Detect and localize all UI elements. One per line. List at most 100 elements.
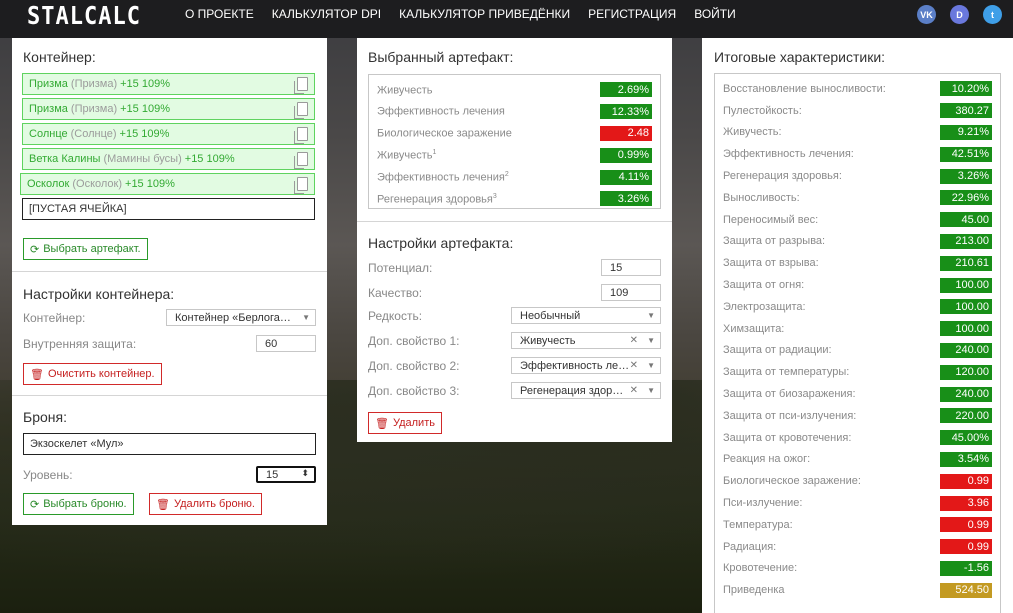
copy-icon[interactable] (294, 127, 308, 144)
select-artifact-button[interactable]: ⟳ Выбрать артефакт. (23, 238, 148, 260)
dropdown-arrow-icon: ▼ (647, 311, 655, 320)
total-stat-name: Приведенка (723, 584, 785, 597)
total-stat-row: Защита от температуры: 120.00 (715, 361, 1000, 383)
total-stat-value: -1.56 (940, 560, 992, 576)
copy-icon[interactable] (294, 177, 308, 194)
total-stat-row: Эффективность лечения: 42.51% (715, 143, 1000, 165)
clear-icon[interactable]: ✕ (630, 335, 638, 346)
twitter-icon[interactable]: t (983, 5, 1002, 24)
dropdown-arrow-icon: ▼ (302, 313, 310, 322)
prop1-label: Доп. свойство 1: (368, 333, 460, 348)
total-stat-value: 3.96 (940, 495, 992, 511)
total-stat-row: Кровотечение: -1.56 (715, 558, 1000, 580)
total-stat-value: 0.99 (940, 473, 992, 489)
copy-icon[interactable] (294, 102, 308, 119)
container-section: Контейнер: Призма (Призма) +15 109% Призма… (12, 38, 327, 271)
container-settings-title: Настройки контейнера: (23, 286, 175, 302)
total-stat-value: 100.00 (940, 321, 992, 337)
menu-about[interactable]: О ПРОЕКТЕ (185, 7, 254, 21)
total-stat-value: 22.96% (940, 190, 992, 206)
artifact-slot[interactable]: Призма (Призма) +15 109% (22, 73, 315, 95)
total-stat-name: Биологическое заражение: (723, 475, 861, 488)
total-stat-row: Химзащита: 100.00 (715, 318, 1000, 340)
total-stat-name: Защита от температуры: (723, 366, 850, 379)
potential-input[interactable]: 15 (601, 259, 661, 276)
total-stat-name: Переносимый вес: (723, 213, 819, 226)
stat-value: 2.69% (600, 82, 652, 98)
menu-register[interactable]: РЕГИСТРАЦИЯ (588, 7, 676, 21)
container-type-select[interactable]: Контейнер «Берлога… ▼ (166, 309, 316, 326)
rarity-select[interactable]: Необычный ▼ (511, 307, 661, 324)
total-stat-row: Восстановление выносливости: 10.20% (715, 78, 1000, 100)
total-stat-name: Радиация: (723, 540, 777, 553)
total-stat-name: Выносливость: (723, 191, 800, 204)
total-stat-value: 240.00 (940, 386, 992, 402)
total-stat-row: Защита от пси-излучения: 220.00 (715, 405, 1000, 427)
refresh-icon: ⟳ (30, 498, 40, 511)
total-stat-row: Защита от биозаражения: 240.00 (715, 383, 1000, 405)
prop3-select[interactable]: Регенерация здор… ✕ ▼ (511, 382, 661, 399)
armor-name-field[interactable]: Экзоскелет «Мул» (23, 433, 316, 455)
total-stat-row: Реакция на ожог: 3.54% (715, 449, 1000, 471)
prop2-label: Доп. свойство 2: (368, 358, 460, 373)
stepper-arrows-icon[interactable]: ⬍ (301, 468, 309, 479)
delete-artifact-button[interactable]: 🗑 Удалить (368, 412, 442, 434)
total-stat-name: Защита от пси-излучения: (723, 409, 857, 422)
total-stat-value: 120.00 (940, 364, 992, 380)
copy-icon[interactable] (294, 152, 308, 169)
total-stat-row: Приведенка 524.50 (715, 579, 1000, 601)
select-armor-button[interactable]: ⟳ Выбрать броню. (23, 493, 134, 515)
delete-armor-button[interactable]: 🗑 Удалить броню. (149, 493, 262, 515)
selected-artifact-title: Выбранный артефакт: (368, 49, 514, 65)
total-stat-value: 210.61 (940, 255, 992, 271)
discord-icon[interactable]: D (950, 5, 969, 24)
artifact-slot[interactable]: Солнце (Солнце) +15 109% (22, 123, 315, 145)
quality-input[interactable]: 109 (601, 284, 661, 301)
total-stat-row: Защита от разрыва: 213.00 (715, 231, 1000, 253)
artifact-slot[interactable]: Осколок (Осколок) +15 109% (20, 173, 315, 195)
right-panel: Итоговые характеристики: Восстановление … (702, 38, 1013, 613)
stat-row: Эффективность лечения2 4.11% (369, 166, 660, 188)
total-stat-row: Защита от взрыва: 210.61 (715, 252, 1000, 274)
rarity-label: Редкость: (368, 308, 423, 323)
total-stat-value: 100.00 (940, 299, 992, 315)
clear-icon[interactable]: ✕ (630, 385, 638, 396)
total-stat-name: Химзащита: (723, 322, 785, 335)
total-stat-value: 213.00 (940, 233, 992, 249)
total-stat-value: 45.00 (940, 212, 992, 228)
total-stat-value: 0.99 (940, 539, 992, 555)
armor-title: Броня: (23, 409, 67, 425)
prop1-select[interactable]: Живучесть ✕ ▼ (511, 332, 661, 349)
selected-artifact-section: Выбранный артефакт: Живучесть 2.69% Эффек… (357, 38, 672, 221)
clear-container-button[interactable]: 🗑 Очистить контейнер. (23, 363, 162, 385)
inner-protection-input[interactable]: 60 (256, 335, 316, 352)
dropdown-arrow-icon: ▼ (647, 336, 655, 345)
menu-reduced-calculator[interactable]: КАЛЬКУЛЯТОР ПРИВЕДЁНКИ (399, 7, 570, 21)
prop3-label: Доп. свойство 3: (368, 383, 460, 398)
stat-row: Живучесть 2.69% (369, 79, 660, 101)
vk-icon[interactable]: VK (917, 5, 936, 24)
prop2-select[interactable]: Эффективность ле… ✕ ▼ (511, 357, 661, 374)
total-stat-value: 42.51% (940, 146, 992, 162)
menu-login[interactable]: ВОЙТИ (694, 7, 736, 21)
artifact-slot[interactable]: Ветка Калины (Мамины бусы) +15 109% (22, 148, 315, 170)
artifact-slot[interactable]: Призма (Призма) +15 109% (22, 98, 315, 120)
copy-icon[interactable] (294, 77, 308, 94)
stat-row: Биологическое заражение 2.48 (369, 123, 660, 145)
total-stat-row: Биологическое заражение: 0.99 (715, 470, 1000, 492)
total-stat-name: Электрозащита: (723, 300, 806, 313)
total-stat-name: Кровотечение: (723, 562, 798, 575)
clear-icon[interactable]: ✕ (630, 360, 638, 371)
total-stat-name: Регенерация здоровья: (723, 170, 842, 183)
trash-icon: 🗑 (30, 368, 44, 381)
total-stat-name: Температура: (723, 518, 793, 531)
total-stat-value: 100.00 (940, 277, 992, 293)
site-logo[interactable]: STALCALC (27, 2, 141, 31)
armor-level-stepper[interactable]: 15 ⬍ (256, 466, 316, 483)
total-stat-value: 0.99 (940, 517, 992, 533)
total-stat-value: 240.00 (940, 342, 992, 358)
total-stat-name: Защита от разрыва: (723, 235, 826, 248)
empty-slot[interactable]: [ПУСТАЯ ЯЧЕЙКА] (22, 198, 315, 220)
total-stat-value: 3.54% (940, 451, 992, 467)
menu-dpi-calculator[interactable]: КАЛЬКУЛЯТОР DPI (272, 7, 381, 21)
